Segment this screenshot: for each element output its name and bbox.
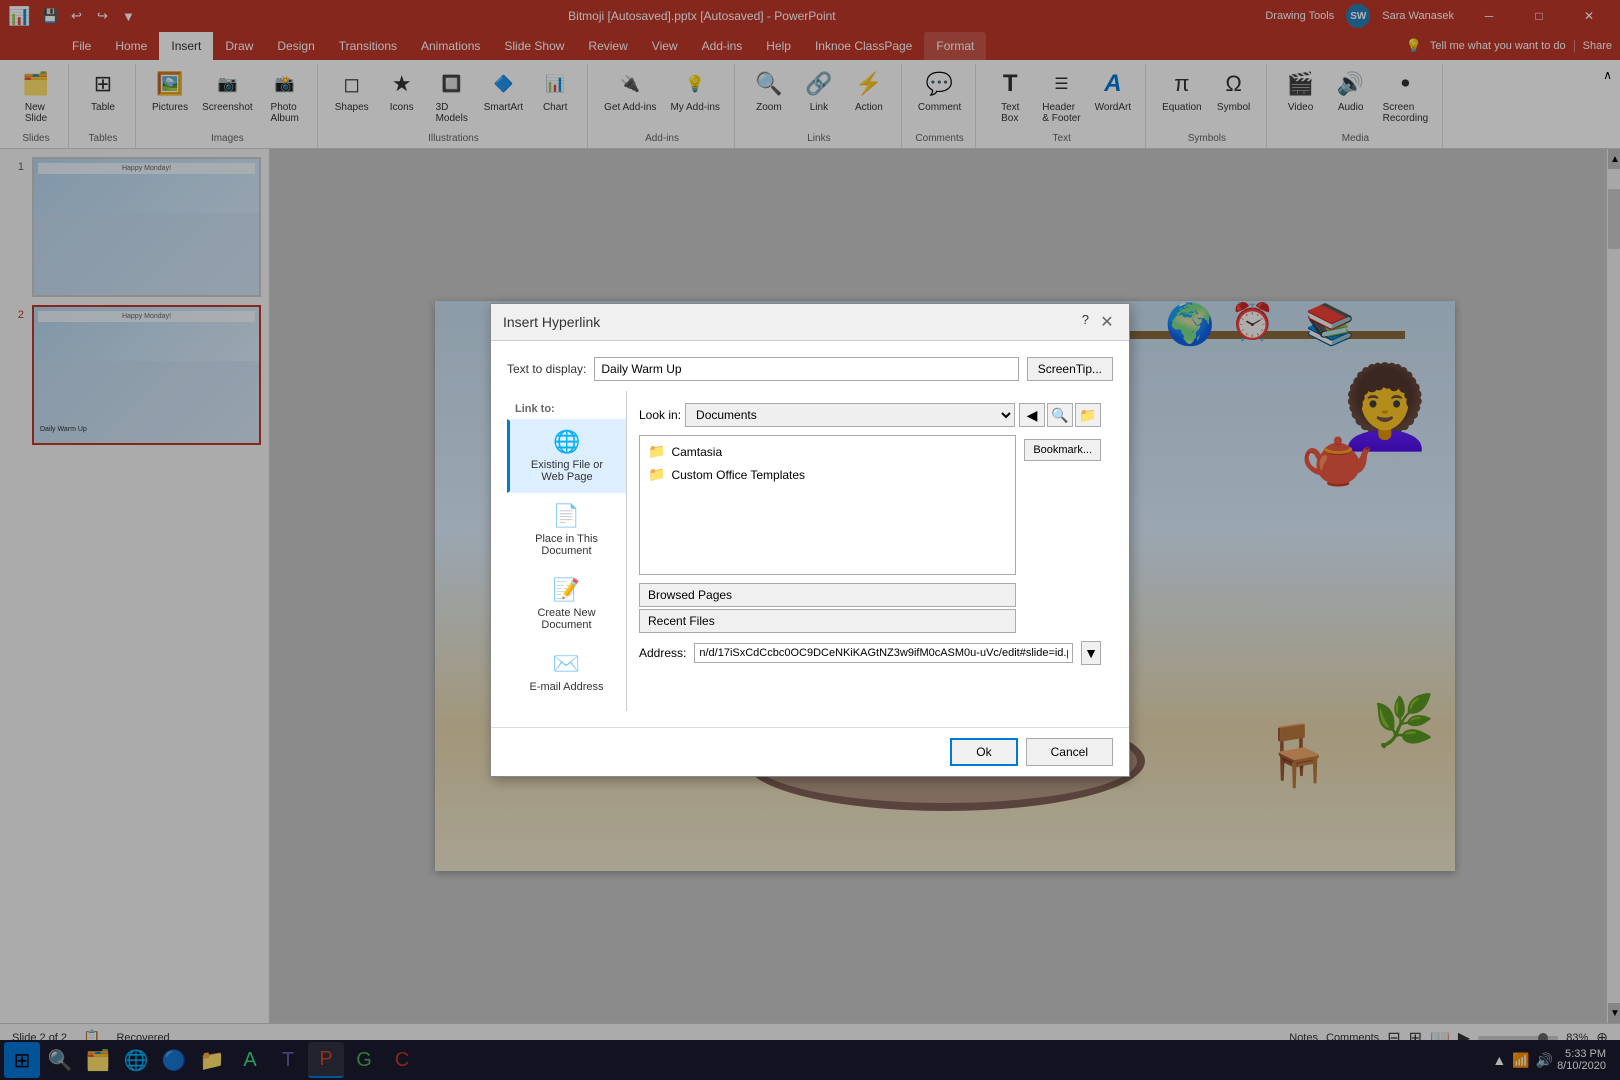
dialog-overlay: Insert Hyperlink ? ✕ Text to display: Sc… (0, 0, 1620, 1080)
dialog-title-text: Insert Hyperlink (503, 314, 600, 330)
dialog-main-content: Link to: 🌐 Existing File orWeb Page 📄 Pl… (507, 391, 1113, 711)
address-row: Address: ▼ (639, 641, 1101, 665)
dialog-footer: Ok Cancel (491, 727, 1129, 776)
create-new-icon: 📝 (553, 577, 580, 603)
text-display-label: Text to display: (507, 362, 586, 376)
dialog-title-bar: Insert Hyperlink ? ✕ (491, 304, 1129, 341)
text-display-row: Text to display: ScreenTip... (507, 357, 1113, 381)
create-new-label: Create NewDocument (537, 607, 595, 631)
look-in-row: Look in: Documents ◀ 🔍 📁 (639, 403, 1101, 427)
bookmark-btn[interactable]: Bookmark... (1024, 439, 1101, 461)
file-area: 📁 Camtasia 📁 Custom Office Templates (639, 435, 1101, 633)
address-label: Address: (639, 646, 686, 660)
quick-nav-area: Browsed Pages Recent Files (639, 583, 1016, 633)
dialog-help-btn[interactable]: ? (1082, 312, 1089, 332)
dialog-sidebar-actions: Bookmark... (1024, 435, 1101, 633)
existing-file-label: Existing File orWeb Page (531, 459, 603, 483)
link-option-email[interactable]: ✉️ E-mail Address (507, 641, 626, 703)
ok-btn[interactable]: Ok (950, 738, 1017, 766)
email-icon: ✉️ (553, 651, 580, 677)
recent-files-btn[interactable]: Recent Files (639, 609, 1016, 633)
link-to-label: Link to: (507, 399, 626, 419)
templates-label: Custom Office Templates (671, 468, 805, 482)
place-document-icon: 📄 (553, 503, 580, 529)
file-list: 📁 Camtasia 📁 Custom Office Templates (639, 435, 1016, 575)
look-in-select[interactable]: Documents (685, 403, 1015, 427)
text-display-input[interactable] (594, 357, 1018, 381)
cancel-btn[interactable]: Cancel (1026, 738, 1113, 766)
file-item-camtasia[interactable]: 📁 Camtasia (644, 440, 1011, 463)
address-input[interactable] (694, 643, 1073, 663)
browse-search-btn[interactable]: 🔍 (1047, 403, 1073, 427)
browse-new-folder-btn[interactable]: 📁 (1075, 403, 1101, 427)
look-in-label: Look in: (639, 408, 681, 422)
dialog-link-types: Link to: 🌐 Existing File orWeb Page 📄 Pl… (507, 391, 627, 711)
dialog-close-btn[interactable]: ✕ (1097, 312, 1117, 332)
insert-hyperlink-dialog: Insert Hyperlink ? ✕ Text to display: Sc… (490, 303, 1130, 777)
dialog-right-panel: Look in: Documents ◀ 🔍 📁 (627, 391, 1113, 711)
file-item-custom-templates[interactable]: 📁 Custom Office Templates (644, 463, 1011, 486)
file-list-area: 📁 Camtasia 📁 Custom Office Templates (639, 435, 1016, 633)
address-dropdown-btn[interactable]: ▼ (1081, 641, 1101, 665)
email-label: E-mail Address (530, 681, 604, 693)
camtasia-label: Camtasia (671, 445, 722, 459)
link-option-place[interactable]: 📄 Place in ThisDocument (507, 493, 626, 567)
screentip-btn[interactable]: ScreenTip... (1027, 357, 1113, 381)
link-option-create-new[interactable]: 📝 Create NewDocument (507, 567, 626, 641)
link-option-existing[interactable]: 🌐 Existing File orWeb Page (507, 419, 626, 493)
browsed-pages-btn[interactable]: Browsed Pages (639, 583, 1016, 607)
place-document-label: Place in ThisDocument (535, 533, 598, 557)
camtasia-folder-icon: 📁 (648, 443, 665, 460)
browse-back-btn[interactable]: ◀ (1019, 403, 1045, 427)
templates-folder-icon: 📁 (648, 466, 665, 483)
existing-file-icon: 🌐 (553, 429, 580, 455)
look-in-buttons: ◀ 🔍 📁 (1019, 403, 1101, 427)
dialog-body: Text to display: ScreenTip... Link to: 🌐… (491, 341, 1129, 727)
